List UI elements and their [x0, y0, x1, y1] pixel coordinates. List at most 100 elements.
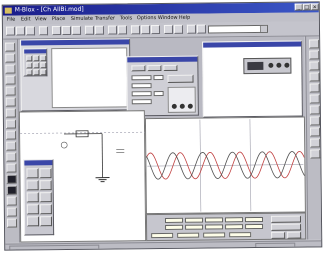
- offset-field[interactable]: [131, 99, 152, 105]
- run-button[interactable]: [163, 24, 174, 34]
- palette-item[interactable]: [40, 55, 47, 62]
- menu-help[interactable]: Help: [179, 14, 190, 23]
- menu-simulate[interactable]: Simulate: [71, 15, 93, 24]
- instrument-palette-item[interactable]: [39, 216, 53, 227]
- instrument-palette-item[interactable]: [26, 216, 40, 227]
- parts-analog-button[interactable]: [5, 86, 16, 96]
- component-selector[interactable]: [207, 24, 269, 34]
- parts-custom-button[interactable]: [6, 207, 17, 217]
- copy-button[interactable]: [61, 25, 72, 36]
- trigger-mode-button[interactable]: [287, 231, 302, 239]
- network-analyzer-button[interactable]: [310, 149, 321, 159]
- menu-transfer[interactable]: Transfer: [95, 14, 115, 23]
- parts-controls-button[interactable]: [6, 152, 17, 162]
- rotate-button[interactable]: [84, 25, 95, 35]
- parts-digital-button[interactable]: [5, 119, 17, 129]
- new-button[interactable]: [5, 26, 16, 36]
- parts-diodes-button[interactable]: [5, 64, 16, 74]
- logic-analyzer-button[interactable]: [309, 105, 320, 115]
- flip-button[interactable]: [94, 25, 105, 35]
- waveform-sine-button[interactable]: [131, 65, 146, 72]
- waveform-triangle-button[interactable]: [147, 65, 162, 72]
- channel-a-scale-field[interactable]: [177, 232, 200, 238]
- oscilloscope-button[interactable]: [309, 72, 320, 82]
- instrument-button[interactable]: [140, 25, 151, 35]
- parts-instruments-button[interactable]: [6, 196, 17, 206]
- save-button[interactable]: [25, 26, 36, 36]
- maximize-button[interactable]: □: [302, 3, 311, 11]
- palette-item[interactable]: [33, 55, 40, 62]
- frequency-unit-field[interactable]: [153, 74, 164, 81]
- palette-item[interactable]: [26, 62, 33, 69]
- parts-ttl-button[interactable]: [5, 97, 16, 107]
- zoom-in-button[interactable]: [107, 25, 118, 35]
- wattmeter-button[interactable]: [309, 61, 320, 71]
- menu-edit[interactable]: Edit: [21, 15, 31, 24]
- palette-item[interactable]: [40, 69, 47, 76]
- channel-b-scale-field[interactable]: [203, 232, 226, 238]
- parts-electromech-button[interactable]: [6, 185, 17, 195]
- parts-hierarchy-button[interactable]: [6, 218, 18, 228]
- instrument-palette-item[interactable]: [39, 204, 52, 215]
- parts-basic-button[interactable]: [5, 53, 16, 63]
- palette-item[interactable]: [33, 69, 40, 76]
- parts-rf-button[interactable]: [6, 174, 17, 184]
- oscilloscope-instrument-icon[interactable]: [243, 57, 292, 75]
- menu-window[interactable]: Window: [158, 14, 178, 23]
- cut-button[interactable]: [51, 26, 62, 36]
- trigger-edge-button[interactable]: [271, 231, 286, 239]
- grapher-button[interactable]: [150, 25, 161, 35]
- palette-item[interactable]: [33, 62, 40, 69]
- palette-item[interactable]: [26, 55, 33, 62]
- minimize-button[interactable]: _: [294, 3, 303, 11]
- set-rise-fall-button[interactable]: [167, 74, 194, 83]
- instrument-palette-item[interactable]: [26, 192, 39, 203]
- bode-plotter-button[interactable]: [309, 83, 320, 93]
- palette-item[interactable]: [26, 69, 33, 76]
- save-data-button[interactable]: [271, 223, 302, 231]
- menu-place[interactable]: Place: [52, 15, 65, 24]
- waveform-square-button[interactable]: [163, 64, 178, 71]
- instrument-palette-item[interactable]: [26, 204, 39, 215]
- logic-converter-button[interactable]: [309, 116, 321, 126]
- multimeter-button[interactable]: [309, 39, 320, 49]
- instrument-palette-item[interactable]: [26, 180, 39, 191]
- duty-cycle-field[interactable]: [131, 83, 152, 89]
- terminal-positive[interactable]: [171, 103, 177, 109]
- distortion-analyzer-button[interactable]: [310, 127, 321, 137]
- source-symbol[interactable]: [60, 141, 68, 149]
- timebase-field[interactable]: [151, 232, 174, 239]
- instrument-palette-item[interactable]: [26, 168, 39, 179]
- parts-transistors-button[interactable]: [5, 75, 16, 85]
- parts-misc-button[interactable]: [6, 163, 17, 173]
- menu-tools[interactable]: Tools: [120, 14, 132, 23]
- pause-button[interactable]: [173, 24, 184, 34]
- amplitude-unit-field[interactable]: [153, 90, 164, 97]
- frequency-field[interactable]: [131, 75, 152, 81]
- reverse-button[interactable]: [270, 215, 302, 223]
- instrument-palette-item[interactable]: [39, 192, 52, 203]
- palette-item[interactable]: [40, 62, 47, 69]
- paste-button[interactable]: [71, 25, 82, 35]
- amplitude-field[interactable]: [131, 91, 152, 97]
- parts-indicators-button[interactable]: [6, 141, 17, 151]
- context-help-button[interactable]: [196, 24, 207, 34]
- word-generator-button[interactable]: [309, 94, 320, 104]
- terminal-common[interactable]: [179, 103, 185, 109]
- menu-file[interactable]: File: [7, 16, 15, 25]
- print-button[interactable]: [38, 26, 49, 36]
- instrument-palette-item[interactable]: [39, 168, 52, 179]
- help-button[interactable]: [186, 24, 197, 34]
- parts-sources-button[interactable]: [5, 42, 16, 52]
- instrument-palette-item[interactable]: [39, 180, 52, 191]
- parts-mixed-button[interactable]: [6, 130, 17, 140]
- zoom-out-button[interactable]: [117, 25, 128, 35]
- menu-options[interactable]: Options: [137, 14, 156, 23]
- spectrum-analyzer-button[interactable]: [310, 138, 321, 148]
- close-button[interactable]: ×: [310, 3, 319, 11]
- trigger-level-field[interactable]: [229, 232, 252, 238]
- menu-view[interactable]: View: [35, 15, 47, 24]
- component-button[interactable]: [130, 25, 141, 35]
- function-generator-button[interactable]: [309, 50, 320, 60]
- parts-cmos-button[interactable]: [5, 108, 16, 118]
